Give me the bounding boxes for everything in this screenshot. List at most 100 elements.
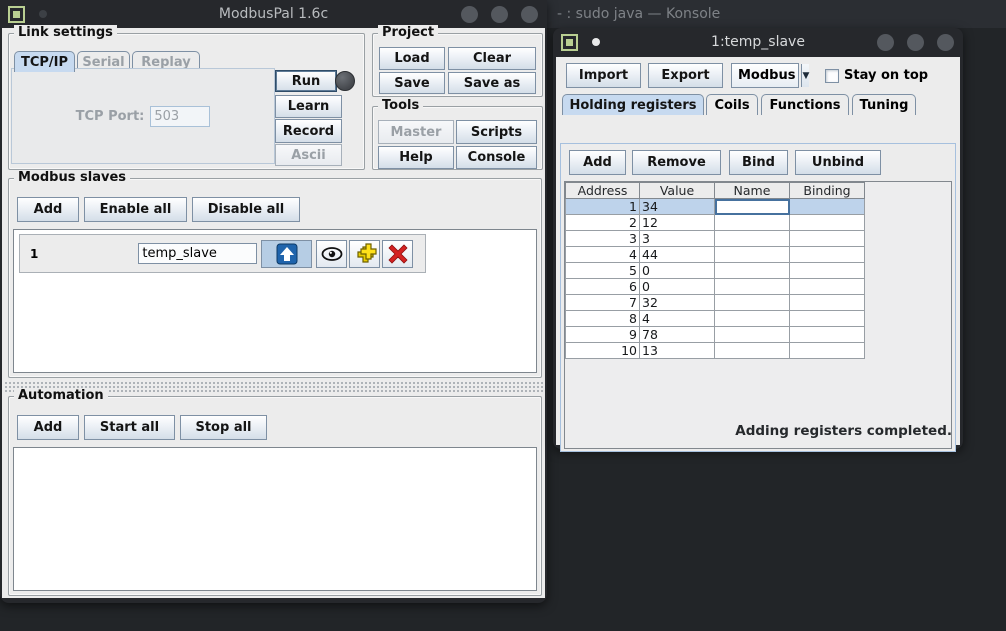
binding-cell[interactable] [790,199,865,215]
name-cell[interactable] [715,215,790,231]
address-cell[interactable]: 5 [565,263,640,279]
value-cell[interactable]: 78 [640,327,715,343]
help-button[interactable]: Help [378,146,454,169]
mode-combobox[interactable]: Modbus ▼ [731,63,799,88]
address-cell[interactable]: 10 [565,343,640,359]
value-cell[interactable]: 0 [640,263,715,279]
address-cell[interactable]: 8 [565,311,640,327]
address-cell[interactable]: 6 [565,279,640,295]
slave-duplicate-button[interactable] [349,240,380,268]
address-header[interactable]: Address [565,182,640,199]
start-all-button[interactable]: Start all [84,415,175,440]
table-row[interactable]: 60 [565,279,865,295]
name-cell[interactable] [715,311,790,327]
binding-cell[interactable] [790,247,865,263]
stay-on-top-checkbox[interactable] [825,69,839,83]
value-cell[interactable]: 34 [640,199,715,215]
binding-cell[interactable] [790,263,865,279]
slave-name-input[interactable] [138,243,257,264]
name-cell[interactable] [715,199,790,215]
clear-button[interactable]: Clear [448,47,536,70]
address-cell[interactable]: 7 [565,295,640,311]
name-cell[interactable] [715,295,790,311]
disable-all-button[interactable]: Disable all [192,197,300,222]
address-cell[interactable]: 4 [565,247,640,263]
enable-all-button[interactable]: Enable all [84,197,187,222]
konsole-titlebar[interactable]: - : sudo java — Konsole [547,0,1006,28]
ascii-button[interactable]: Ascii [275,144,342,166]
value-cell[interactable]: 32 [640,295,715,311]
learn-button[interactable]: Learn [275,95,342,118]
value-cell[interactable]: 4 [640,311,715,327]
slave-add-button[interactable]: Add [17,197,79,222]
table-row[interactable]: 978 [565,327,865,343]
tab-functions[interactable]: Functions [761,94,849,115]
titlebar-button-minimize[interactable] [877,34,894,51]
register-add-button[interactable]: Add [569,150,626,175]
value-header[interactable]: Value [640,182,715,199]
save-as-button[interactable]: Save as [448,72,536,94]
name-cell[interactable] [715,231,790,247]
table-row[interactable]: 50 [565,263,865,279]
slave-delete-button[interactable] [382,240,413,268]
table-row[interactable]: 1013 [565,343,865,359]
titlebar-button-maximize[interactable] [491,6,508,23]
slave-row[interactable]: 1 [19,234,426,273]
address-cell[interactable]: 1 [565,199,640,215]
table-row[interactable]: 33 [565,231,865,247]
value-cell[interactable]: 3 [640,231,715,247]
slave-view-button[interactable] [316,240,347,268]
tcp-port-input[interactable] [150,106,210,127]
modbuspal-titlebar[interactable]: ModbusPal 1.6c [0,0,547,28]
table-row[interactable]: 212 [565,215,865,231]
table-row[interactable]: 134 [565,199,865,215]
console-button[interactable]: Console [456,146,537,169]
titlebar-button-close[interactable] [937,34,954,51]
scripts-button[interactable]: Scripts [456,120,537,144]
binding-cell[interactable] [790,311,865,327]
value-cell[interactable]: 13 [640,343,715,359]
name-cell[interactable] [715,343,790,359]
binding-cell[interactable] [790,327,865,343]
register-bind-button[interactable]: Bind [729,150,788,175]
tab-coils[interactable]: Coils [706,94,758,115]
binding-cell[interactable] [790,343,865,359]
titlebar-button-minimize[interactable] [461,6,478,23]
binding-cell[interactable] [790,295,865,311]
run-button[interactable]: Run [275,70,337,92]
stop-all-button[interactable]: Stop all [180,415,267,440]
address-cell[interactable]: 2 [565,215,640,231]
save-button[interactable]: Save [379,72,445,94]
titlebar-button-maximize[interactable] [907,34,924,51]
binding-cell[interactable] [790,215,865,231]
tab-tuning[interactable]: Tuning [852,94,916,115]
table-row[interactable]: 732 [565,295,865,311]
automation-add-button[interactable]: Add [17,415,79,440]
table-row[interactable]: 444 [565,247,865,263]
table-row[interactable]: 84 [565,311,865,327]
tab-tcpip[interactable]: TCP/IP [14,51,75,72]
name-cell[interactable] [715,327,790,343]
export-button[interactable]: Export [648,63,723,88]
register-unbind-button[interactable]: Unbind [795,150,881,175]
slave-enable-toggle[interactable] [261,240,312,268]
value-cell[interactable]: 12 [640,215,715,231]
value-cell[interactable]: 0 [640,279,715,295]
address-cell[interactable]: 9 [565,327,640,343]
binding-cell[interactable] [790,279,865,295]
master-button[interactable]: Master [378,120,454,144]
titlebar-button-close[interactable] [521,6,538,23]
register-remove-button[interactable]: Remove [632,150,721,175]
address-cell[interactable]: 3 [565,231,640,247]
tab-holding-registers[interactable]: Holding registers [562,94,704,115]
binding-header[interactable]: Binding [790,182,865,199]
record-button[interactable]: Record [275,119,342,143]
slave-titlebar[interactable]: 1:temp_slave [553,28,963,56]
value-cell[interactable]: 44 [640,247,715,263]
import-button[interactable]: Import [566,63,641,88]
name-cell[interactable] [715,263,790,279]
name-cell[interactable] [715,279,790,295]
load-button[interactable]: Load [379,47,445,70]
binding-cell[interactable] [790,231,865,247]
name-header[interactable]: Name [715,182,790,199]
